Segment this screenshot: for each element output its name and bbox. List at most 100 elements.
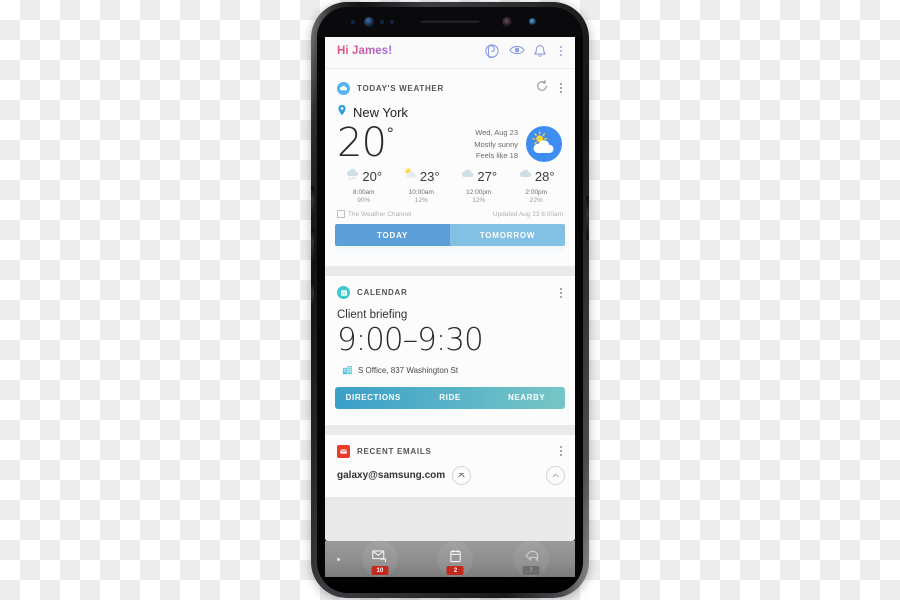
nearby-button[interactable]: NEARBY	[488, 387, 565, 409]
hourly-precip: 12%	[414, 197, 428, 204]
chevron-up-icon[interactable]	[546, 465, 565, 485]
calendar-badge: 2	[446, 566, 464, 575]
weather-current-row: 20 ° Wed, Aug 23 Mostly sunny Feels like…	[325, 121, 575, 163]
weather-location-row: New York	[325, 101, 575, 121]
card-separator	[325, 266, 575, 276]
led-indicator-icon	[529, 18, 536, 25]
calendar-event-location-row: S Office, 837 Washington St	[325, 359, 575, 377]
eye-icon[interactable]	[509, 44, 525, 58]
degree-symbol: °	[386, 124, 394, 143]
weather-attribution-row: The Weather Channel Updated Aug 23 8:00a…	[325, 204, 575, 222]
refresh-icon[interactable]	[536, 79, 548, 97]
calendar-card-title: CALENDAR	[357, 288, 408, 297]
weather-condition-block: Wed, Aug 23 Mostly sunny Feels like 18	[474, 123, 518, 162]
weather-tabs: TODAY TOMORROW	[335, 224, 565, 246]
email-address: galaxy@samsung.com	[337, 469, 446, 481]
header-icon-group	[485, 43, 565, 58]
bixby-button[interactable]	[311, 282, 314, 308]
cards-scroll-area[interactable]: TODAY'S WEATHER New York 20 ° Wed, Aug 2…	[325, 69, 575, 541]
hourly-temp: 23°	[419, 169, 440, 184]
overflow-menu-icon[interactable]	[557, 287, 565, 299]
calendar-icon	[337, 286, 350, 299]
tabs-shadow	[335, 246, 565, 254]
cloud-icon	[518, 167, 533, 186]
building-icon	[342, 365, 353, 377]
weather-channel-logo-icon	[337, 210, 345, 218]
overflow-menu-icon[interactable]	[557, 445, 565, 457]
email-account-row: galaxy@samsung.com	[325, 462, 575, 497]
volume-down-button[interactable]	[311, 228, 314, 262]
dock-mail-button[interactable]: 10	[361, 541, 398, 577]
hourly-time: 12:00pm	[466, 189, 492, 196]
weather-updated: Updated Aug 23 8:00am	[492, 210, 563, 218]
weather-date: Wed, Aug 23	[475, 128, 518, 137]
calendar-action-bar: DIRECTIONS RIDE NEARBY	[335, 386, 565, 409]
app-header: Hi James!	[325, 33, 575, 69]
hourly-time: 8:00am	[352, 189, 375, 196]
calendar-card-header: CALENDAR	[325, 276, 575, 303]
weather-card-header: TODAY'S WEATHER	[325, 69, 575, 101]
tab-tomorrow[interactable]: TOMORROW	[450, 224, 565, 246]
chevron-up-icon[interactable]	[452, 465, 472, 485]
weather-card-title: TODAY'S WEATHER	[357, 83, 444, 93]
hourly-temp: 20°	[362, 169, 383, 184]
sun-behind-cloud-icon	[525, 125, 563, 163]
hourly-item: 28° 2:00pm 22%	[508, 167, 566, 204]
hourly-item: 20° 8:00am 90%	[335, 167, 393, 204]
weather-feels-like: Feels like 18	[475, 151, 518, 161]
dock-calendar-button[interactable]: 2	[437, 541, 474, 577]
hourly-time: 10:00am	[408, 189, 434, 196]
light-sensor-icon	[390, 20, 394, 24]
mail-badge: 10	[371, 566, 389, 575]
reply-badge: 7	[522, 566, 540, 575]
current-temperature: 20	[337, 120, 387, 166]
sensor-dot-icon	[351, 20, 355, 24]
phone-display: Hi James! TODAY'S WEATHER New York 20 ° …	[325, 33, 575, 541]
bixby-icon[interactable]	[485, 43, 499, 58]
location-pin-icon	[337, 103, 347, 121]
weather-card: TODAY'S WEATHER New York 20 ° Wed, Aug 2…	[325, 69, 575, 266]
power-button[interactable]	[586, 196, 589, 240]
bell-icon[interactable]	[533, 44, 547, 58]
hourly-precip: 22%	[529, 197, 543, 204]
phone-screen-bezel: Hi James! TODAY'S WEATHER New York 20 ° …	[317, 7, 583, 593]
directions-button[interactable]: DIRECTIONS	[335, 387, 412, 409]
recent-emails-card-actions	[557, 445, 565, 457]
hourly-item: 23° 10:00am 12%	[393, 167, 451, 204]
hourly-precip: 90%	[357, 197, 371, 204]
dock-reply-button[interactable]: 7	[513, 541, 550, 577]
cloud-icon	[460, 167, 475, 186]
greeting-title: Hi James!	[337, 44, 393, 57]
calendar-event-time: 9:00–9:30	[337, 322, 484, 358]
recent-emails-card-title: RECENT EMAILS	[357, 446, 432, 456]
hourly-precip: 12%	[472, 197, 486, 204]
ride-button[interactable]: RIDE	[412, 387, 489, 409]
overflow-menu-icon[interactable]	[557, 45, 565, 56]
weather-card-actions	[536, 79, 565, 97]
iris-scanner-icon	[364, 17, 374, 27]
rain-cloud-icon	[345, 167, 360, 186]
phone-top-bezel	[317, 7, 583, 37]
weather-location: New York	[353, 104, 408, 120]
hourly-temp: 28°	[534, 169, 555, 184]
weather-condition: Mostly sunny	[474, 139, 518, 149]
overflow-menu-icon[interactable]	[557, 82, 565, 94]
hourly-item: 27° 12:00pm 12%	[450, 167, 508, 204]
bottom-dock: 10 2 7	[325, 541, 575, 577]
phone-device: Hi James! TODAY'S WEATHER New York 20 ° …	[311, 2, 589, 598]
calendar-event-title: Client briefing	[337, 309, 408, 321]
hourly-temp: 27°	[477, 169, 498, 184]
calendar-event-location: S Office, 837 Washington St	[358, 366, 459, 376]
recent-emails-card-header: RECENT EMAILS	[325, 435, 575, 462]
envelope-icon	[337, 444, 350, 458]
hourly-time: 2:00pm	[525, 189, 548, 196]
sun-cloud-icon	[403, 167, 418, 186]
weather-source: The Weather Channel	[348, 210, 412, 218]
hourly-forecast-row: 20° 8:00am 90% 23° 10:00am 12% 27° 12:00…	[325, 163, 575, 204]
recent-emails-card: RECENT EMAILS galaxy@samsung.com	[325, 434, 575, 497]
volume-up-button[interactable]	[311, 186, 314, 220]
dock-icon-group: 10 2 7	[340, 541, 575, 577]
tab-today[interactable]: TODAY	[335, 224, 450, 246]
calendar-card-actions	[557, 287, 565, 299]
card-separator	[325, 424, 575, 435]
